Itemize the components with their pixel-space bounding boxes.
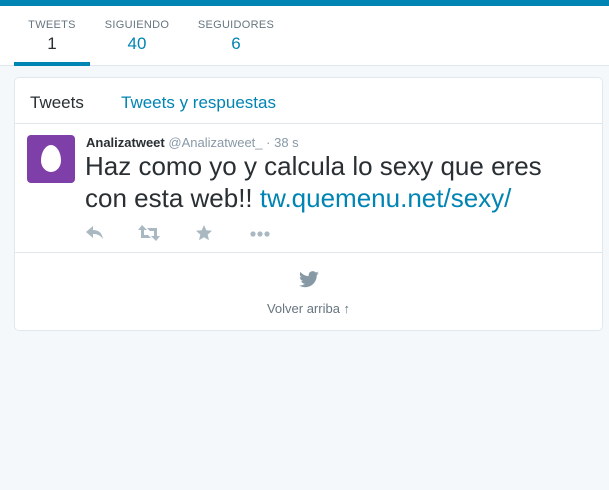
tweet-separator: · [266,135,271,150]
more-icon[interactable] [249,224,271,244]
egg-avatar-icon [41,145,61,172]
bird-icon [298,271,320,294]
stat-followers[interactable]: SEGUIDORES 6 [190,6,282,66]
stat-tweets-label: TWEETS [28,19,76,31]
tweet-header: Analizatweet @Analizatweet_ · 38 s [86,135,299,150]
stat-following-label: SIGUIENDO [104,19,170,31]
timeline-tabs: Tweets Tweets y respuestas [15,78,602,124]
stat-following[interactable]: SIGUIENDO 40 [98,6,176,66]
avatar[interactable] [27,135,75,183]
tweet-text: Haz como yo y calcula lo sexy que eres c… [85,150,590,214]
tab-tweets[interactable]: Tweets [30,93,84,113]
tab-tweets-and-replies[interactable]: Tweets y respuestas [121,93,276,113]
tweet-link[interactable]: tw.quemenu.net/sexy/ [260,183,511,213]
favorite-icon[interactable] [195,224,217,244]
back-to-top-link[interactable]: Volver arriba ↑ [15,301,602,316]
tweet-username[interactable]: @Analizatweet_ [168,135,262,150]
back-to-top-section: Volver arriba ↑ [15,254,602,332]
stat-followers-value: 6 [231,34,241,53]
profile-stats-nav: TWEETS 1 SIGUIENDO 40 SEGUIDORES 6 [0,6,609,66]
retweet-icon[interactable] [137,224,160,244]
tweet-actions [85,224,305,244]
stat-followers-label: SEGUIDORES [197,19,275,31]
timeline-panel: Tweets Tweets y respuestas Analizatweet … [14,77,603,331]
tweet-timestamp[interactable]: 38 s [274,135,299,150]
reply-icon[interactable] [85,224,107,244]
tweet-fullname[interactable]: Analizatweet [86,135,165,150]
tweet-item[interactable]: Analizatweet @Analizatweet_ · 38 s Haz c… [15,124,602,253]
stat-following-value: 40 [127,34,147,53]
active-tab-underline [14,62,90,66]
stat-tweets-value: 1 [47,34,57,53]
stat-tweets[interactable]: TWEETS 1 [14,6,90,66]
